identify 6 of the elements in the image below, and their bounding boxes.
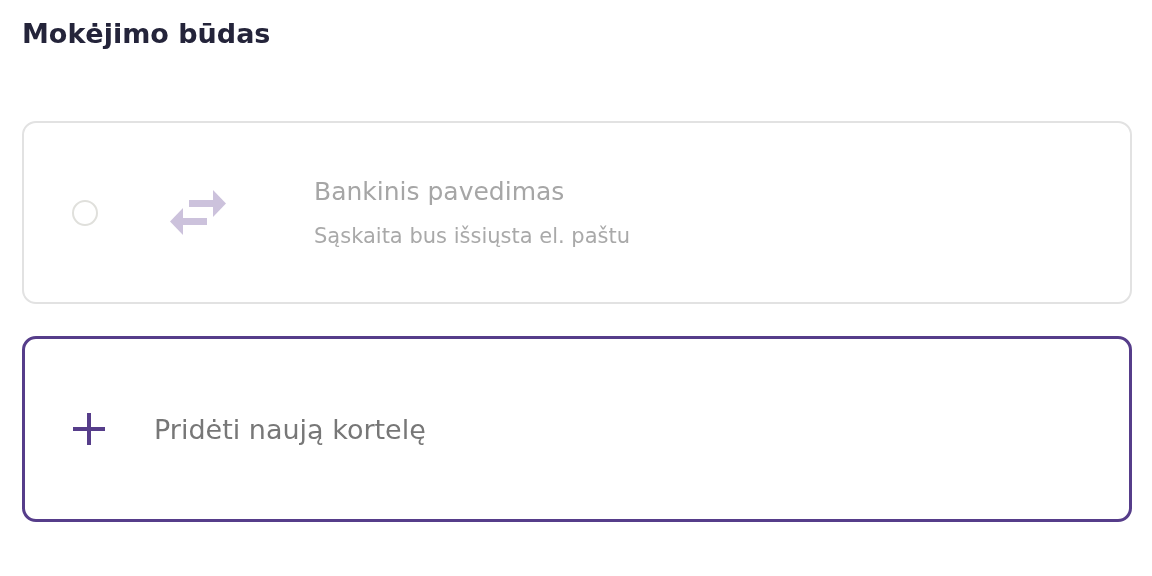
section-title: Mokėjimo būdas: [22, 18, 271, 49]
plus-icon: [71, 411, 107, 447]
add-card-label: Pridėti naują kortelę: [154, 413, 426, 445]
option-description: Sąskaita bus išsiųsta el. paštu: [314, 224, 631, 248]
option-title: Bankinis pavedimas: [314, 177, 566, 206]
add-card-option[interactable]: Pridėti naują kortelę: [22, 336, 1132, 522]
